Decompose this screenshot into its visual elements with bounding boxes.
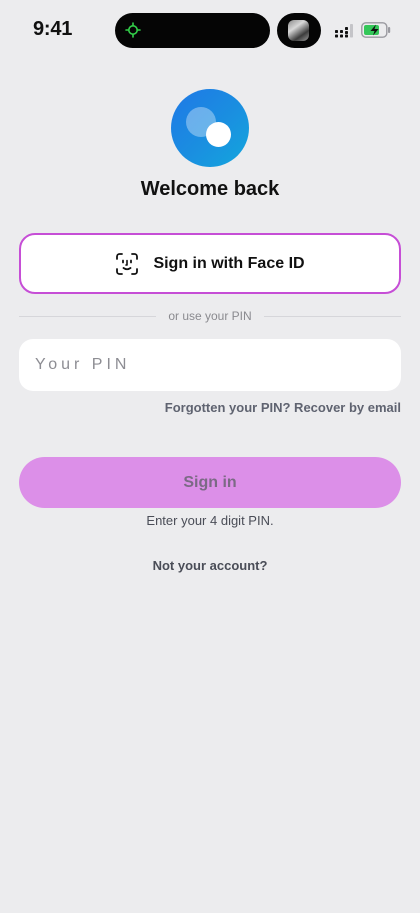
status-bar: 9:41 bbox=[0, 0, 420, 62]
face-id-icon bbox=[116, 252, 139, 275]
page-title: Welcome back bbox=[140, 178, 280, 200]
or-divider: or use your PIN bbox=[19, 308, 401, 324]
face-id-button-label: Sign in with Face ID bbox=[153, 254, 305, 272]
status-time: 9:41 bbox=[33, 18, 73, 40]
green-activity-icon bbox=[125, 22, 141, 38]
media-activity-pill[interactable] bbox=[277, 13, 321, 48]
divider-line-left bbox=[19, 315, 157, 317]
album-art-icon bbox=[288, 20, 309, 41]
face-id-sign-in-button[interactable]: Sign in with Face ID bbox=[19, 233, 401, 294]
recover-pin-link[interactable]: Forgotten your PIN? Recover by email bbox=[165, 400, 401, 415]
app-logo-icon bbox=[171, 89, 249, 167]
not-your-account-link[interactable]: Not your account? bbox=[0, 558, 420, 573]
cellular-signal-icon bbox=[335, 24, 353, 38]
pin-hint-text: Enter your 4 digit PIN. bbox=[146, 513, 274, 528]
divider-text: or use your PIN bbox=[168, 309, 252, 323]
divider-line-right bbox=[263, 315, 401, 317]
dynamic-island[interactable] bbox=[115, 13, 270, 48]
sign-in-button[interactable]: Sign in bbox=[19, 457, 401, 508]
pin-input[interactable] bbox=[19, 339, 401, 391]
battery-charging-icon bbox=[361, 22, 391, 38]
